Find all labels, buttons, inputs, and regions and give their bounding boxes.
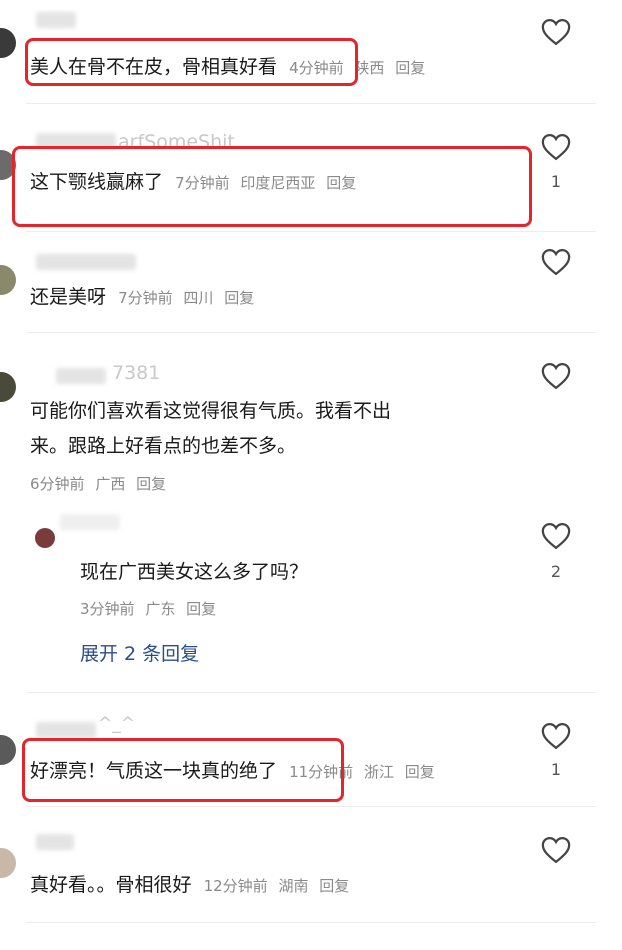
username-blurred[interactable] xyxy=(56,368,106,384)
heart-outline-icon[interactable] xyxy=(541,248,571,276)
like-count: 2 xyxy=(550,562,562,581)
comment-text-line2: 来。跟路上好看点的也差不多。 xyxy=(30,435,297,457)
comment-location: 四川 xyxy=(183,289,214,307)
reply-button[interactable]: 回复 xyxy=(186,600,216,618)
avatar[interactable] xyxy=(0,372,16,402)
heart-outline-icon[interactable] xyxy=(541,18,571,46)
comment-location: 印度尼西亚 xyxy=(240,174,316,192)
username-blurred[interactable] xyxy=(36,722,96,738)
comment-text: 还是美呀 xyxy=(30,286,107,308)
username-text[interactable]: ^_^ xyxy=(98,714,135,734)
reply-time: 3分钟前 xyxy=(80,600,135,618)
comment-text: 好漂亮！气质这一块真的绝了 xyxy=(30,760,278,782)
comment-time: 7分钟前 xyxy=(118,289,173,307)
divider xyxy=(26,692,596,693)
divider xyxy=(26,103,596,104)
comment-location: 陕西 xyxy=(354,59,385,77)
comment-time: 6分钟前 xyxy=(30,475,85,493)
avatar[interactable] xyxy=(0,265,16,295)
comment-location: 广西 xyxy=(95,475,126,493)
username-blurred[interactable] xyxy=(36,834,74,850)
like-count: 1 xyxy=(550,172,562,191)
comment-time: 4分钟前 xyxy=(289,59,344,77)
avatar[interactable] xyxy=(0,735,16,765)
reply-button[interactable]: 回复 xyxy=(319,877,349,895)
divider xyxy=(26,332,596,333)
heart-outline-icon[interactable] xyxy=(541,836,571,864)
comment-text: 真好看。。骨相很好 xyxy=(30,874,192,896)
reply-button[interactable]: 回复 xyxy=(405,763,435,781)
username-blurred[interactable] xyxy=(36,254,136,270)
comment-time: 7分钟前 xyxy=(175,174,230,192)
comment-text: 美人在骨不在皮，骨相真好看 xyxy=(30,56,278,78)
divider xyxy=(26,806,596,807)
reply-button[interactable]: 回复 xyxy=(224,289,254,307)
comment-time: 11分钟前 xyxy=(289,763,354,781)
reply-location: 广东 xyxy=(145,600,176,618)
comment-time: 12分钟前 xyxy=(203,877,268,895)
avatar[interactable] xyxy=(0,150,16,180)
avatar[interactable] xyxy=(0,848,16,878)
heart-outline-icon[interactable] xyxy=(541,522,571,550)
avatar[interactable] xyxy=(0,28,16,58)
username-blurred[interactable] xyxy=(36,133,116,149)
comment-location: 浙江 xyxy=(363,763,394,781)
comment-location: 湖南 xyxy=(278,877,309,895)
reply-button[interactable]: 回复 xyxy=(395,59,425,77)
expand-replies-button[interactable]: 展开 2 条回复 xyxy=(80,639,199,666)
heart-outline-icon[interactable] xyxy=(541,133,571,161)
reply-button[interactable]: 回复 xyxy=(136,475,166,493)
comment-text: 可能你们喜欢看这觉得很有气质。我看不出 xyxy=(30,400,392,422)
username-text[interactable]: arfSomeShit xyxy=(118,131,235,153)
reply-text: 现在广西美女这么多了吗？ xyxy=(80,561,309,583)
divider xyxy=(26,231,596,232)
divider xyxy=(26,922,596,923)
reply-button[interactable]: 回复 xyxy=(326,174,356,192)
avatar[interactable] xyxy=(35,528,55,548)
username-blurred[interactable] xyxy=(36,12,76,28)
heart-outline-icon[interactable] xyxy=(541,722,571,750)
username-text[interactable]: 7381 xyxy=(112,362,160,384)
comment-text: 这下颚线赢麻了 xyxy=(30,171,164,193)
username-blurred[interactable] xyxy=(60,514,120,530)
heart-outline-icon[interactable] xyxy=(541,362,571,390)
like-count: 1 xyxy=(550,760,562,779)
